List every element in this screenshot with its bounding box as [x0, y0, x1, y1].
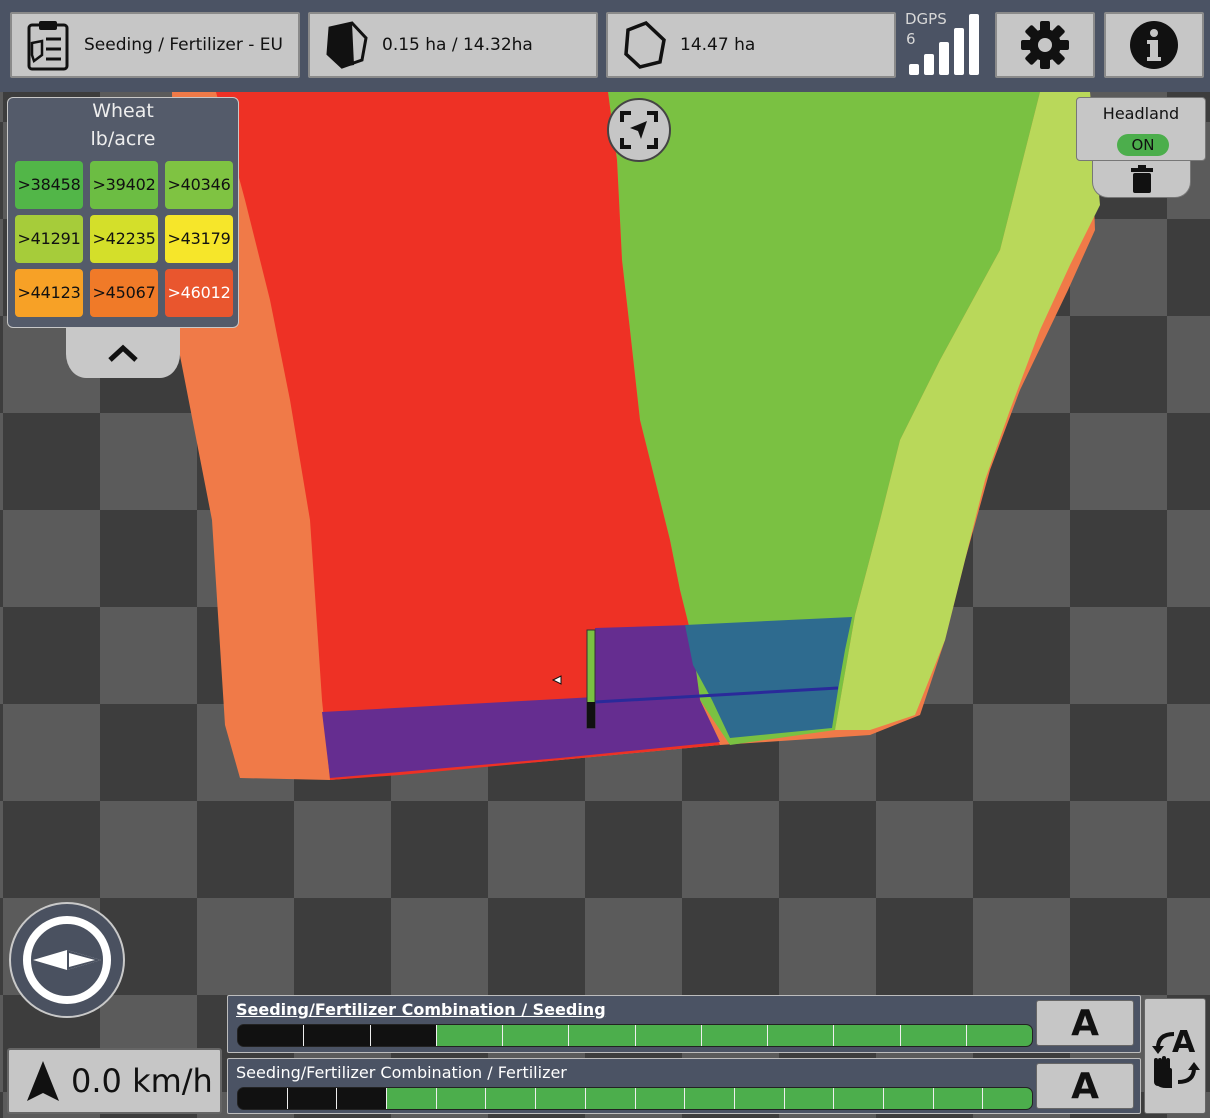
section-segment [983, 1088, 1032, 1109]
section-segment [536, 1088, 586, 1109]
section-segment [287, 1088, 338, 1109]
recenter-button[interactable] [607, 98, 671, 162]
legend-cell: >43179 [165, 215, 233, 263]
compass-button[interactable] [9, 902, 125, 1018]
field-area-label: 14.47 ha [680, 35, 756, 55]
headland-label: Headland [1102, 104, 1180, 123]
legend-product: Wheat [92, 100, 154, 122]
speed-value: 0.0 km/h [71, 1062, 213, 1100]
section-segment [834, 1025, 901, 1046]
section-segment [503, 1025, 570, 1046]
worked-area-button[interactable]: 0.15 ha / 14.32ha [308, 12, 598, 78]
auto-manual-switch-button[interactable]: A [1144, 998, 1206, 1114]
section-segment [370, 1025, 437, 1046]
legend-cell: >45067 [90, 269, 158, 317]
seeding-auto-mode-button[interactable]: A [1036, 1000, 1134, 1046]
section-segment [685, 1088, 735, 1109]
section-segment [768, 1025, 835, 1046]
legend-cell: >39402 [90, 161, 158, 209]
section-segment [238, 1025, 305, 1046]
job-label: Seeding / Fertilizer - EU [84, 35, 283, 55]
implement-sections-off [587, 702, 595, 728]
legend-cell: >46012 [165, 269, 233, 317]
section-segment [966, 1025, 1032, 1046]
legend-cell: >44123 [15, 269, 83, 317]
speed-display: 0.0 km/h [7, 1048, 222, 1114]
info-icon [1130, 21, 1178, 69]
section-segment [387, 1088, 437, 1109]
gps-status[interactable]: DGPS 6 [903, 8, 987, 82]
field-area-button[interactable]: 14.47 ha [606, 12, 896, 78]
section-bar-fertilizer [237, 1087, 1033, 1110]
section-segment [304, 1025, 371, 1046]
top-bar: Seeding / Fertilizer - EU 0.15 ha / 14.3… [0, 0, 1210, 92]
worked-area-label: 0.15 ha / 14.32ha [382, 35, 533, 55]
section-segment [635, 1025, 702, 1046]
section-panel-seeding: Seeding/Fertilizer Combination / Seeding… [227, 995, 1141, 1053]
clipboard-icon [27, 21, 69, 71]
section-panel-fertilizer: Seeding/Fertilizer Combination / Fertili… [227, 1058, 1141, 1114]
signal-bars-icon [909, 14, 979, 75]
legend-cell: >38458 [15, 161, 83, 209]
headland-state-badge: ON [1117, 134, 1169, 156]
section-segment [436, 1025, 503, 1046]
section-segment [883, 1088, 934, 1109]
section-segment [436, 1088, 487, 1109]
section-segment [933, 1088, 984, 1109]
section-segment [238, 1088, 288, 1109]
section-segment [486, 1088, 537, 1109]
legend-cell: >42235 [90, 215, 158, 263]
trash-icon [1130, 165, 1153, 193]
section-segment [337, 1088, 388, 1109]
auto-manual-switch-icon: A [1152, 1025, 1200, 1088]
headland-delete-button[interactable] [1092, 161, 1191, 198]
section-title-fertilizer[interactable]: Seeding/Fertilizer Combination / Fertili… [236, 1063, 567, 1082]
section-segment [900, 1025, 967, 1046]
section-segment [734, 1088, 785, 1109]
field-outline-icon [624, 20, 666, 69]
legend-unit: lb/acre [90, 128, 156, 150]
gear-icon [1021, 21, 1069, 69]
section-segment [569, 1025, 636, 1046]
section-segment [701, 1025, 768, 1046]
svg-text:A: A [1172, 1025, 1196, 1060]
heading-arrow-icon [27, 1061, 59, 1101]
job-button[interactable]: Seeding / Fertilizer - EU [10, 12, 300, 78]
headland-toggle[interactable]: Headland ON [1076, 97, 1206, 161]
fertilizer-auto-mode-button[interactable]: A [1036, 1063, 1134, 1109]
recenter-icon [620, 111, 658, 149]
legend-toggle-button[interactable] [66, 328, 180, 378]
compass-icon [23, 916, 111, 1004]
section-segment [585, 1088, 636, 1109]
settings-button[interactable] [995, 12, 1095, 78]
section-bar-seeding [237, 1024, 1033, 1047]
field-worked-icon [326, 21, 368, 69]
info-button[interactable] [1104, 12, 1204, 78]
legend-cell: >41291 [15, 215, 83, 263]
chevron-up-icon [108, 344, 138, 362]
section-title-seeding[interactable]: Seeding/Fertilizer Combination / Seeding [236, 1000, 606, 1019]
section-segment [784, 1088, 835, 1109]
section-segment [635, 1088, 686, 1109]
legend-cell: >40346 [165, 161, 233, 209]
rate-legend: Wheat lb/acre >38458 >39402 >40346 >41291 >4… [7, 97, 239, 328]
section-segment [834, 1088, 884, 1109]
